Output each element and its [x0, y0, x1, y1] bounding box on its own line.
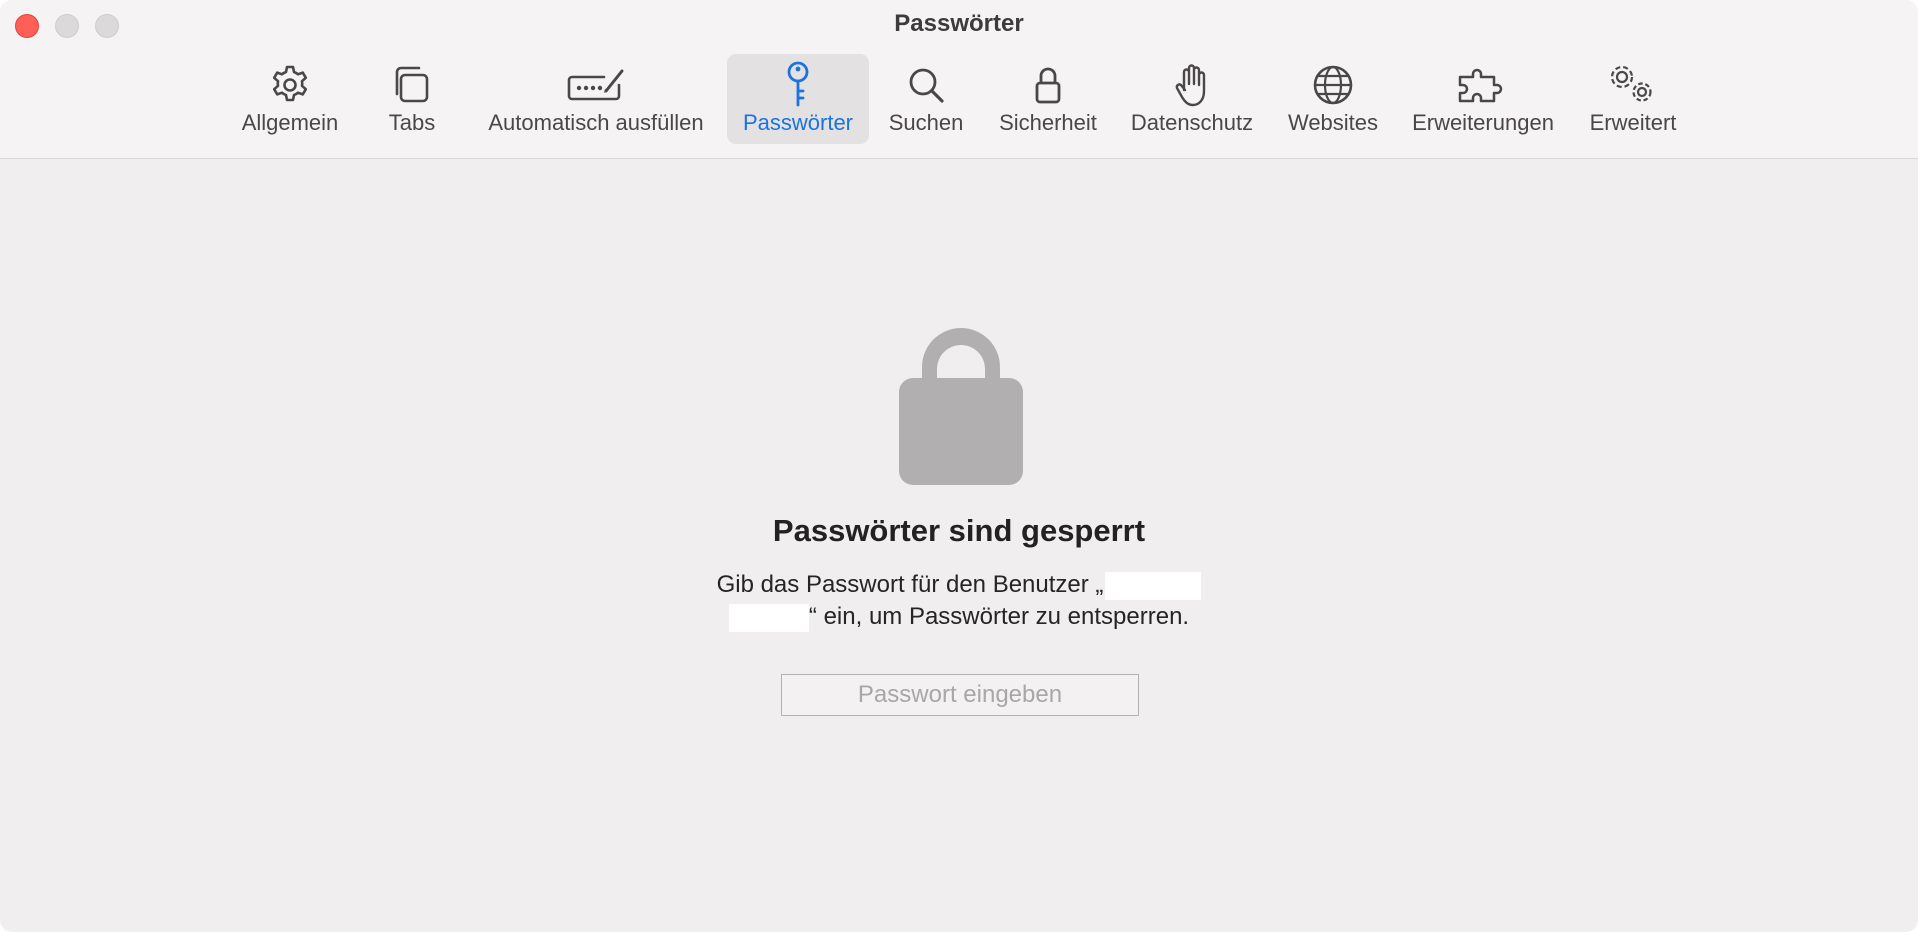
tab-erweitert[interactable]: Erweitert	[1578, 54, 1688, 144]
description-text-1: Gib das Passwort für den Benutzer „	[716, 571, 1104, 598]
hand-icon	[1118, 62, 1266, 108]
preferences-tabbar: Allgemein Tabs Automatisch ausfüllen Pas…	[0, 54, 1918, 144]
tab-websites[interactable]: Websites	[1278, 54, 1388, 144]
tab-allgemein[interactable]: Allgemein	[230, 54, 350, 144]
locked-description: Gib das Passwort für den Benutzer „ “ ei…	[0, 569, 1918, 633]
tab-tabs[interactable]: Tabs	[362, 54, 462, 144]
redacted-username-continued	[728, 603, 809, 632]
gear-icon	[230, 62, 350, 108]
tab-sicherheit[interactable]: Sicherheit	[990, 54, 1106, 144]
description-line-1: Gib das Passwort für den Benutzer „	[0, 569, 1918, 601]
preferences-window: Passwörter Allgemein Tabs Automatisch au…	[0, 0, 1918, 932]
tab-passwoerter[interactable]: Passwörter	[727, 54, 869, 144]
tab-automatisch-ausfuellen[interactable]: Automatisch ausfüllen	[475, 54, 717, 144]
tab-datenschutz[interactable]: Datenschutz	[1118, 54, 1266, 144]
redacted-username	[1105, 571, 1202, 600]
locked-title: Passwörter sind gesperrt	[772, 513, 1146, 548]
tab-label: Tabs	[388, 110, 436, 135]
puzzle-icon	[1398, 62, 1568, 108]
tab-label: Suchen	[888, 110, 964, 135]
tab-label: Datenschutz	[1130, 110, 1254, 135]
tab-erweiterungen[interactable]: Erweiterungen	[1398, 54, 1568, 144]
tab-label: Erweitert	[1589, 110, 1677, 135]
key-icon	[727, 61, 869, 108]
gears-icon	[1578, 62, 1688, 108]
tab-label: Sicherheit	[999, 110, 1097, 135]
tab-label: Automatisch ausfüllen	[488, 110, 704, 135]
description-text-2: “ ein, um Passwörter zu entsperren.	[808, 603, 1190, 630]
globe-icon	[1278, 62, 1388, 108]
tab-suchen[interactable]: Suchen	[880, 54, 972, 144]
passwords-locked-pane: Passwörter sind gesperrt Gib das Passwor…	[0, 159, 1918, 932]
autofill-icon	[475, 62, 717, 108]
window-title: Passwörter	[894, 10, 1024, 37]
magnifier-icon	[880, 62, 972, 108]
tabs-icon	[362, 62, 462, 108]
toolbar: Passwörter Allgemein Tabs Automatisch au…	[0, 0, 1918, 159]
password-field[interactable]	[781, 674, 1139, 716]
tab-label: Passwörter	[742, 110, 854, 135]
padlock-icon	[899, 307, 1023, 485]
tab-label: Allgemein	[241, 110, 339, 135]
description-line-2: “ ein, um Passwörter zu entsperren.	[0, 601, 1918, 633]
tab-label: Erweiterungen	[1412, 110, 1554, 135]
lock-icon	[990, 62, 1106, 108]
tab-label: Websites	[1287, 110, 1379, 135]
